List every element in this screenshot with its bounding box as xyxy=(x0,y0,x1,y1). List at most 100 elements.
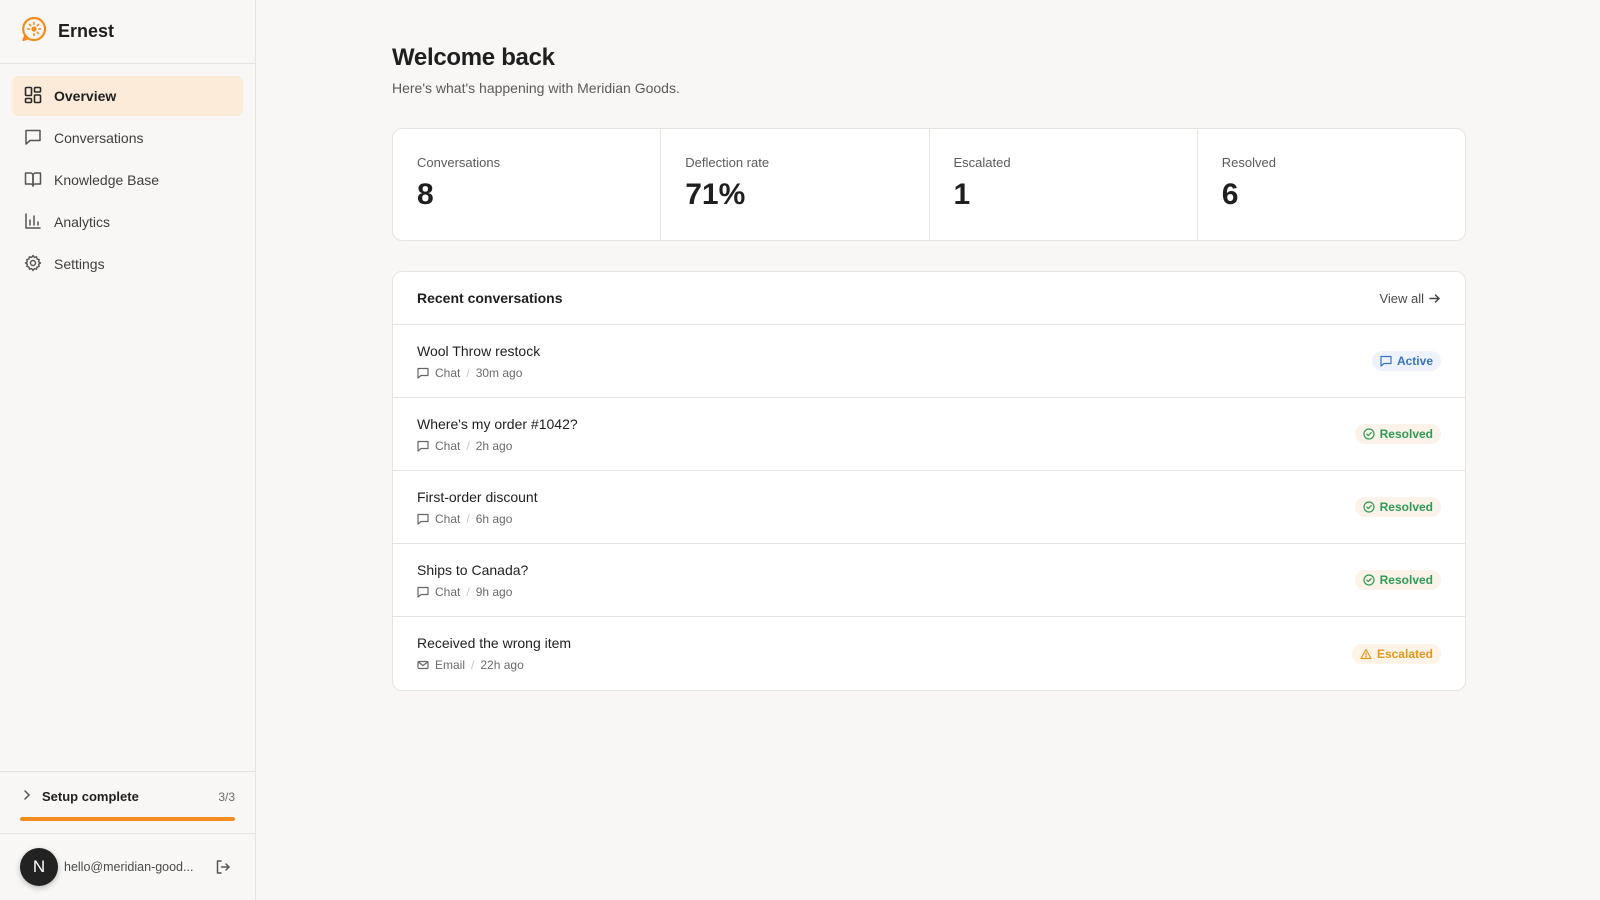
conversation-meta: Email / 22h ago xyxy=(417,658,571,672)
conversation-info: Received the wrong item Email / 22h ago xyxy=(417,635,571,672)
conversation-info: Ships to Canada? Chat / 9h ago xyxy=(417,562,528,599)
message-square-icon xyxy=(417,513,429,525)
conversation-title: Where's my order #1042? xyxy=(417,415,578,432)
gear-icon xyxy=(24,254,42,275)
status-badge: Active xyxy=(1371,351,1441,371)
status-badge: Resolved xyxy=(1354,424,1441,444)
conversation-info: Where's my order #1042? Chat / 2h ago xyxy=(417,416,578,453)
meta-separator: / xyxy=(466,365,470,380)
setup-header[interactable]: Setup complete 3/3 xyxy=(20,788,235,805)
check-circle-icon xyxy=(1363,501,1375,513)
sidebar-item-overview[interactable]: Overview xyxy=(12,76,243,116)
meta-separator: / xyxy=(466,511,470,526)
conversation-time: 2h ago xyxy=(475,438,513,453)
check-circle-icon xyxy=(1363,428,1375,440)
stat-deflection-rate: Deflection rate 71% xyxy=(661,129,930,240)
conversation-channel: Chat xyxy=(435,438,461,453)
conversation-time: 9h ago xyxy=(475,584,513,599)
status-label: Resolved xyxy=(1379,573,1433,587)
conversation-time: 22h ago xyxy=(480,658,524,672)
message-square-icon xyxy=(417,440,429,452)
sidebar-nav: Overview Conversations Knowledge Base An… xyxy=(0,64,255,296)
conversation-channel: Chat xyxy=(435,584,461,599)
setup-title: Setup complete xyxy=(42,789,139,804)
meta-separator: / xyxy=(466,584,470,599)
status-label: Escalated xyxy=(1376,646,1433,661)
sidebar-item-analytics[interactable]: Analytics xyxy=(12,202,243,242)
ernest-logo-icon xyxy=(20,15,48,48)
user-email: hello@meridian-good... xyxy=(64,860,194,874)
page-title: Welcome back xyxy=(392,44,555,71)
conversation-row[interactable]: Received the wrong item Email / 22h ago … xyxy=(393,617,1465,690)
setup-progress-fill xyxy=(20,817,235,821)
stat-label: Conversations xyxy=(417,155,501,170)
conversation-title: Received the wrong item xyxy=(417,635,572,651)
meta-separator: / xyxy=(466,438,470,453)
message-square-icon xyxy=(1380,355,1392,367)
sidebar-item-label: Settings xyxy=(54,256,105,272)
brand-name: Ernest xyxy=(58,21,115,41)
message-square-icon xyxy=(24,128,42,149)
avatar[interactable]: N xyxy=(20,848,58,886)
conversation-row[interactable]: Where's my order #1042? Chat / 2h ago Re… xyxy=(393,398,1465,471)
stat-escalated: Escalated 1 xyxy=(930,129,1198,240)
status-badge: Resolved xyxy=(1354,497,1441,517)
conversation-meta: Chat / 9h ago xyxy=(417,585,528,599)
sidebar-item-knowledge-base[interactable]: Knowledge Base xyxy=(12,160,243,200)
conversation-row[interactable]: Ships to Canada? Chat / 9h ago Resolved xyxy=(393,544,1465,617)
logout-button[interactable] xyxy=(211,855,235,879)
conversation-meta: Chat / 2h ago xyxy=(417,439,578,453)
stat-value: 1 xyxy=(953,178,971,211)
conversation-title: Wool Throw restock xyxy=(417,342,541,359)
conversation-channel: Chat xyxy=(435,511,461,526)
stat-conversations: Conversations 8 xyxy=(393,129,662,240)
message-square-icon xyxy=(417,586,429,598)
recent-conversations-header: Recent conversations View all xyxy=(393,272,1465,325)
recent-conversations-title: Recent conversations xyxy=(417,290,563,306)
setup-count: 3/3 xyxy=(218,789,235,804)
grid-icon xyxy=(24,86,42,107)
arrow-right-icon xyxy=(1429,293,1440,303)
sidebar-item-label: Conversations xyxy=(54,130,144,146)
view-all-label: View all xyxy=(1379,290,1424,306)
sidebar: Ernest Overview Conversations Knowledge … xyxy=(0,0,256,900)
conversation-row[interactable]: Wool Throw restock Chat / 30m ago Active xyxy=(393,325,1465,398)
sidebar-item-settings[interactable]: Settings xyxy=(12,244,243,284)
status-label: Resolved xyxy=(1379,500,1433,514)
stat-value: 6 xyxy=(1221,178,1239,211)
stat-resolved: Resolved 6 xyxy=(1198,129,1465,240)
sidebar-item-label: Overview xyxy=(54,88,117,104)
check-circle-icon xyxy=(1363,574,1375,586)
status-badge: Resolved xyxy=(1354,570,1441,590)
stat-label: Resolved xyxy=(1221,155,1276,170)
conversation-meta: Chat / 30m ago xyxy=(417,366,540,380)
sidebar-item-label: Analytics xyxy=(54,214,111,230)
status-badge: Escalated xyxy=(1351,643,1441,664)
conversation-channel: Email xyxy=(435,658,466,672)
alert-triangle-icon xyxy=(1360,648,1372,659)
conversation-row[interactable]: First-order discount Chat / 6h ago Resol… xyxy=(393,471,1465,544)
message-square-icon xyxy=(417,367,429,379)
mail-icon xyxy=(417,660,429,670)
conversation-info: First-order discount Chat / 6h ago xyxy=(417,489,538,526)
book-icon xyxy=(24,170,42,191)
sidebar-item-conversations[interactable]: Conversations xyxy=(12,118,243,158)
conversation-meta: Chat / 6h ago xyxy=(417,512,538,526)
bar-chart-icon xyxy=(24,212,42,233)
user-account: N hello@meridian-good... xyxy=(0,834,255,900)
setup-progress[interactable]: Setup complete 3/3 xyxy=(0,771,255,834)
conversation-info: Wool Throw restock Chat / 30m ago xyxy=(417,343,540,380)
view-all-link[interactable]: View all xyxy=(1379,291,1441,306)
chevron-right-icon xyxy=(20,788,34,805)
page-subtitle: Here's what's happening with Meridian Go… xyxy=(392,80,680,96)
recent-conversations-card: Recent conversations View all Wool Throw… xyxy=(392,271,1466,691)
status-label: Resolved xyxy=(1379,427,1433,441)
setup-progress-bar xyxy=(20,817,235,821)
main-content: Welcome back Here's what's happening wit… xyxy=(392,0,1466,691)
sidebar-item-label: Knowledge Base xyxy=(54,172,160,188)
brand[interactable]: Ernest xyxy=(0,0,255,64)
conversation-title: Ships to Canada? xyxy=(417,561,529,578)
stat-label: Escalated xyxy=(953,155,1011,170)
stat-value: 71% xyxy=(685,178,746,211)
